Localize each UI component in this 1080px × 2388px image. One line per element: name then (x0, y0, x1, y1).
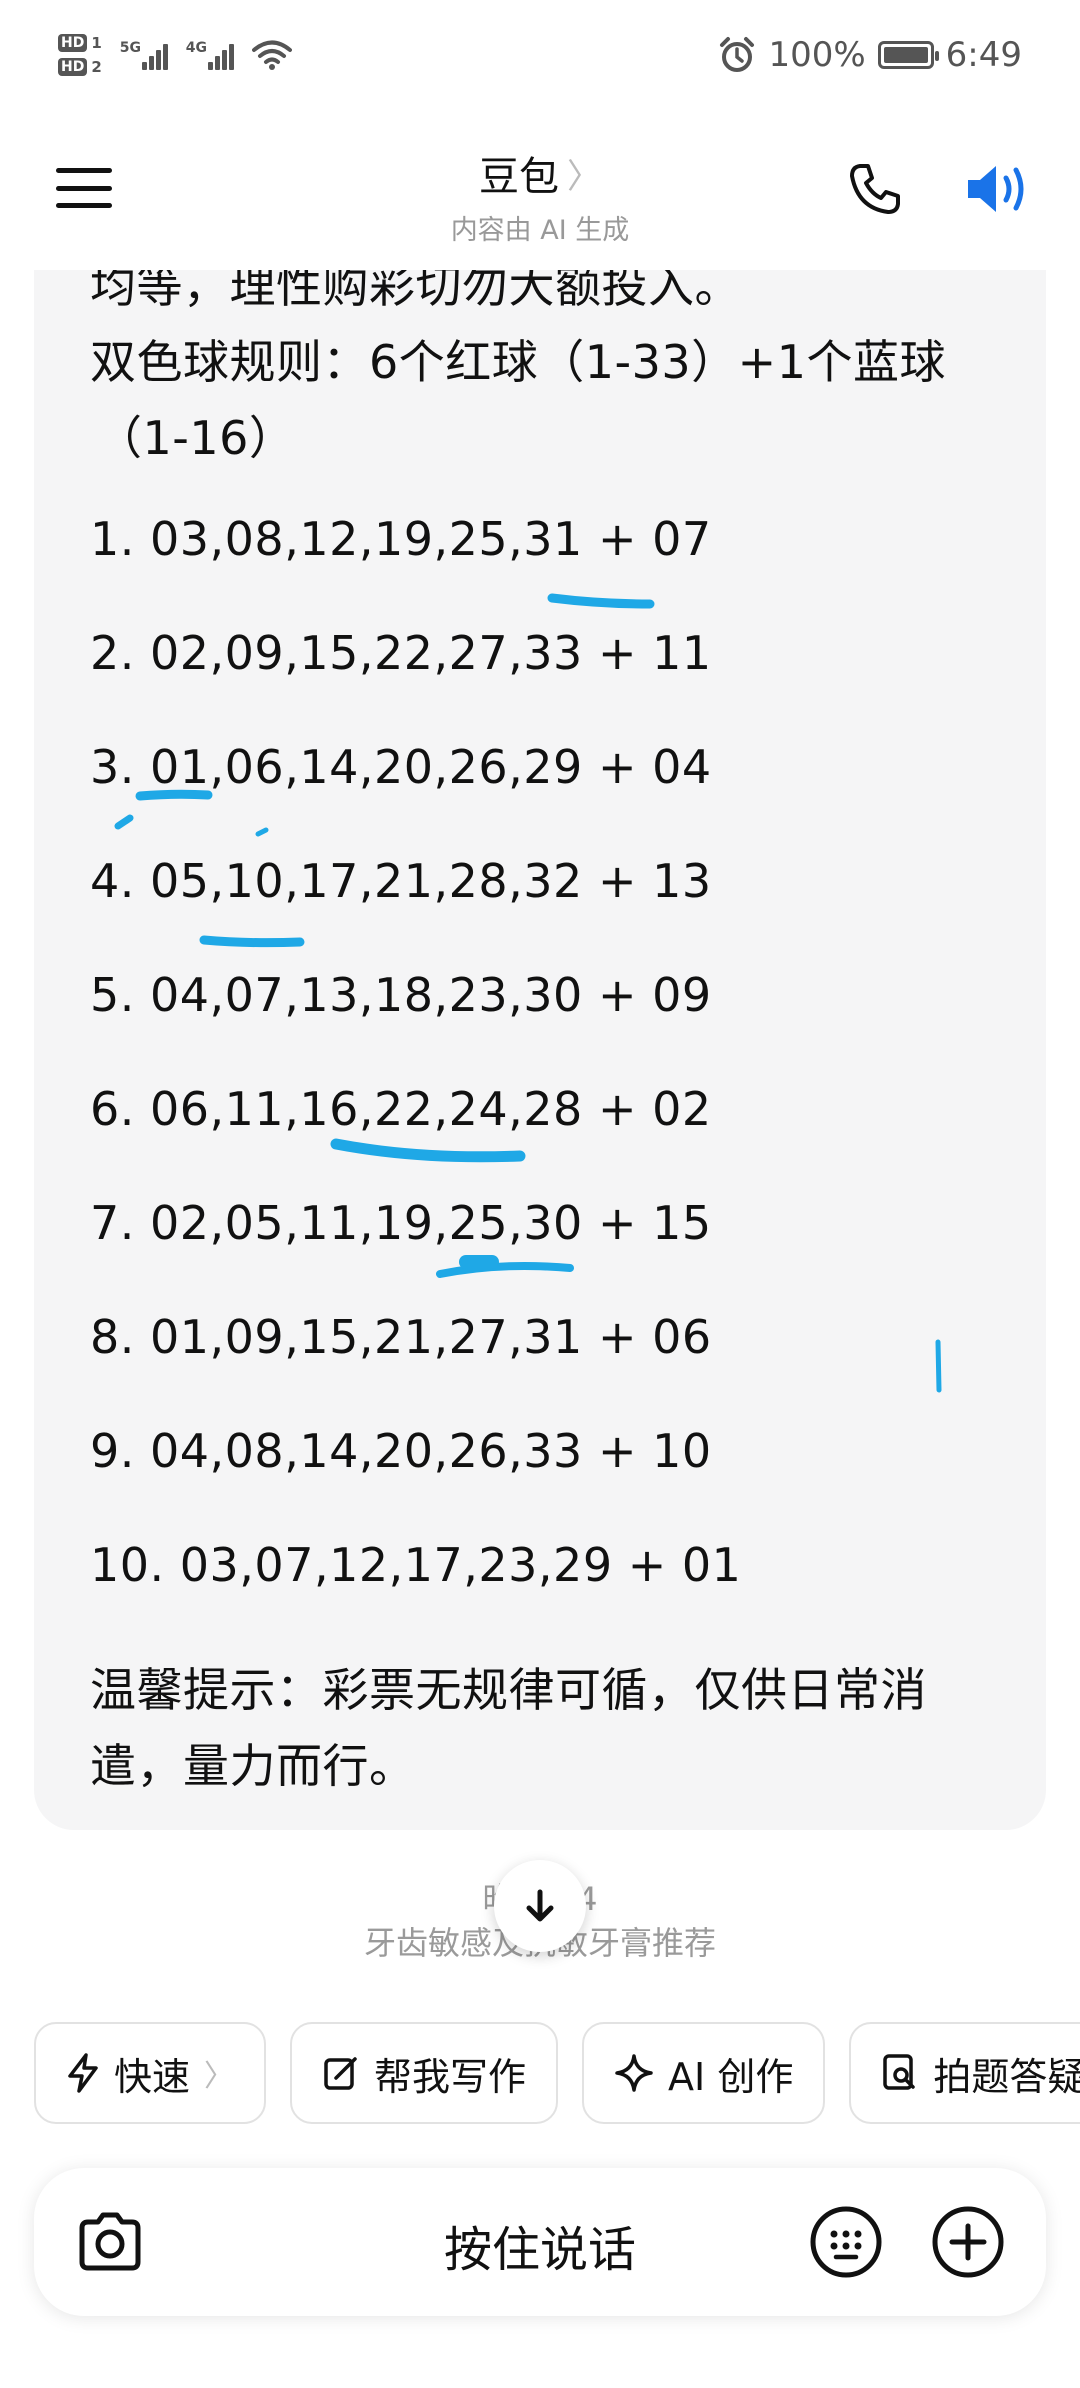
edit-icon (324, 2057, 357, 2090)
lightning-icon (68, 2053, 98, 2093)
net1-label: 5G (119, 40, 142, 56)
battery-percent: 100% (768, 35, 866, 75)
chip-help-me-write[interactable]: 帮我写作 (290, 2022, 559, 2124)
chip-photo-question[interactable]: 拍题答疑 (849, 2022, 1080, 2124)
clock: 6:49 (945, 35, 1022, 75)
pick-item: 3. 01,06,14,20,26,29 + 04 (90, 740, 712, 794)
plus-icon[interactable] (930, 2204, 1006, 2280)
tip-line: 温馨提示：彩票无规律可循，仅供日常消 (90, 1663, 927, 1717)
status-right: 100% 6:49 (718, 35, 1022, 75)
sim1-number: 1 (91, 34, 102, 52)
rule-line-continued: （1-16） (96, 411, 296, 465)
chevron-right-icon: 〉 (567, 156, 601, 197)
arrow-down-icon (526, 1889, 554, 1922)
pick-item: 5. 04,07,13,18,23,30 + 09 (90, 968, 712, 1022)
signal-4g-icon: 4G (186, 40, 234, 70)
signal-5g-icon: 5G (120, 40, 168, 70)
sim2-hd: HD (58, 58, 88, 76)
chip-label: 拍题答疑 (933, 2054, 1080, 2099)
sparkle-icon (615, 2054, 653, 2092)
battery-icon (877, 41, 939, 69)
rule-line: 双色球规则：6个红球（1-33）+1个蓝球 (90, 335, 946, 389)
title-block[interactable]: 豆包 〉 内容由 AI 生成 (0, 144, 1080, 247)
sim1-hd: HD (58, 34, 88, 52)
pick-item: 1. 03,08,12,19,25,31 + 07 (90, 512, 712, 566)
sim2-number: 2 (91, 58, 102, 76)
sim1-indicator: HD 1 (58, 34, 102, 52)
chat-header: 豆包 〉 内容由 AI 生成 (0, 110, 1080, 270)
ai-disclaimer: 内容由 AI 生成 (450, 215, 630, 246)
pick-item: 2. 02,09,15,22,27,33 + 11 (90, 626, 712, 680)
tip-line-continued: 遣，量力而行。 (90, 1739, 416, 1793)
status-bar: HD 1 HD 2 5G 4G 100% 6:49 (0, 0, 1080, 110)
pick-item: 7. 02,05,11,19,25,30 + 15 (90, 1196, 712, 1250)
pick-item: 6. 06,11,16,22,24,28 + 02 (90, 1082, 712, 1136)
status-left: HD 1 HD 2 5G 4G (58, 34, 292, 76)
keyboard-icon[interactable] (808, 2204, 884, 2280)
sim-indicators: HD 1 HD 2 (58, 34, 102, 76)
wifi-icon (251, 40, 292, 70)
bot-name: 豆包 (479, 154, 559, 200)
pick-item: 10. 03,07,12,17,23,29 + 01 (90, 1538, 742, 1592)
speaker-icon[interactable] (964, 158, 1030, 220)
input-bar: 按住说话 (34, 2168, 1046, 2316)
alarm-icon (720, 37, 755, 72)
pick-item: 9. 04,08,14,20,26,33 + 10 (90, 1424, 712, 1478)
chip-label: 快速 (114, 2054, 191, 2099)
phone-call-button[interactable] (848, 162, 902, 216)
chip-quick-mode[interactable]: 快速 〉 (34, 2022, 267, 2124)
pick-item: 4. 05,10,17,21,28,32 + 13 (90, 854, 712, 908)
chip-ai-create[interactable]: AI 创作 (582, 2022, 826, 2124)
photo-search-icon (883, 2054, 916, 2090)
scroll-to-bottom-button[interactable] (494, 1860, 586, 1952)
net2-label: 4G (185, 40, 208, 56)
quick-action-chips: 快速 〉 帮我写作 AI 创作 拍题答疑 (34, 2022, 1080, 2124)
chip-label: AI 创作 (668, 2054, 794, 2099)
bot-title[interactable]: 豆包 〉 (479, 144, 601, 202)
app-screen: HD 1 HD 2 5G 4G 100% 6:49 豆包 〉 内容由 AI 生成… (0, 0, 1080, 2388)
sim2-indicator: HD 2 (58, 58, 102, 76)
pick-item: 8. 01,09,15,21,27,31 + 06 (90, 1310, 712, 1364)
hold-to-talk-button[interactable]: 按住说话 (34, 2210, 1046, 2280)
chip-label: 帮我写作 (374, 2054, 527, 2099)
chevron-right-icon: 〉 (204, 2059, 235, 2094)
